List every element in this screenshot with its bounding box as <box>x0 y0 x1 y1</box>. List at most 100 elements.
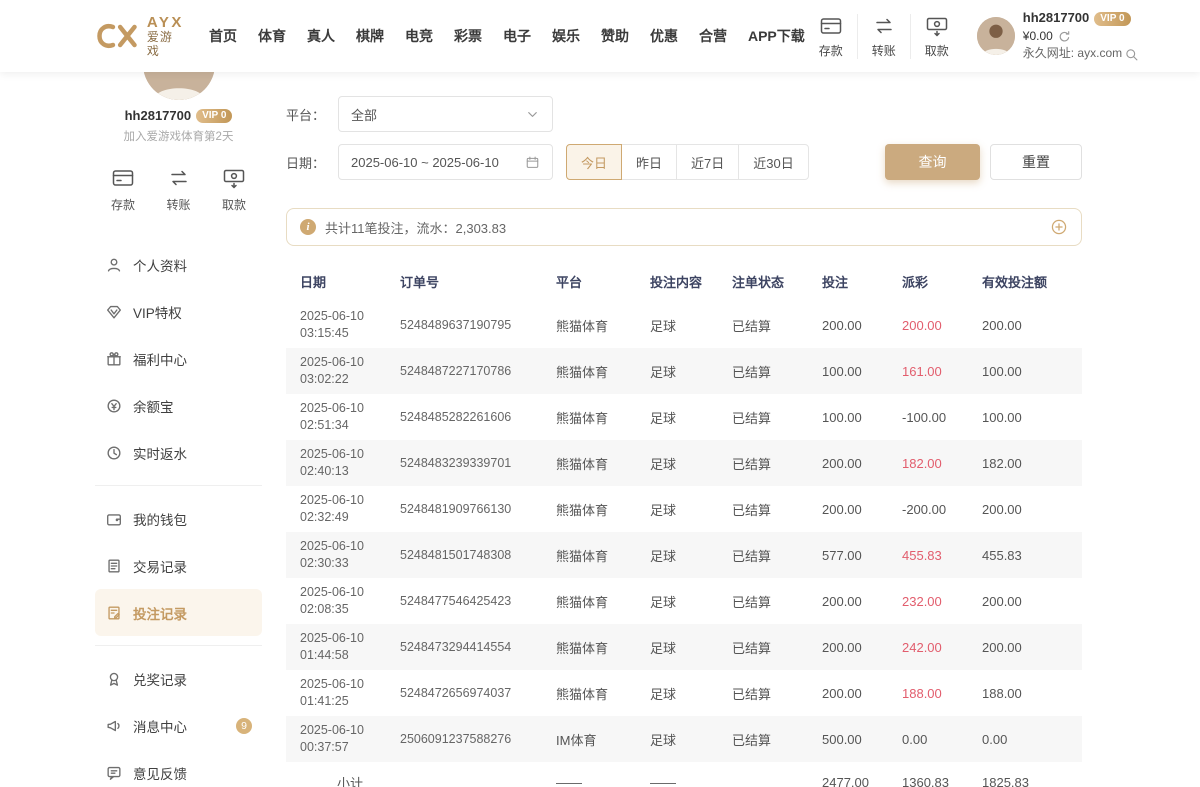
table-row[interactable]: 2025-06-1002:51:345248485282261606熊猫体育足球… <box>286 394 1082 440</box>
nav-live[interactable]: 真人 <box>307 26 335 46</box>
cell-status: 已结算 <box>732 638 822 657</box>
permanent-url: 永久网址: ayx.com <box>1023 45 1122 62</box>
table-row[interactable]: 2025-06-1002:40:135248483239339701熊猫体育足球… <box>286 440 1082 486</box>
sidebar-item-label: 交易记录 <box>133 556 187 576</box>
date-label: 日期： <box>286 153 338 172</box>
cell-payout: 161.00 <box>902 364 982 379</box>
table-row[interactable]: 2025-06-1002:30:335248481501748308熊猫体育足球… <box>286 532 1082 578</box>
refresh-balance-icon[interactable] <box>1057 29 1072 44</box>
search-button[interactable]: 查询 <box>885 144 980 180</box>
cell-date: 2025-06-1002:40:13 <box>300 446 400 480</box>
range-today-button[interactable]: 今日 <box>566 144 622 180</box>
cell-platform: 熊猫体育 <box>556 684 650 703</box>
cell-date: 2025-06-1001:44:58 <box>300 630 400 664</box>
nav-slots[interactable]: 电子 <box>503 26 531 46</box>
quick-range-group: 今日昨日近7日近30日 <box>566 144 809 180</box>
cell-bet-amount: 200.00 <box>822 502 902 517</box>
header-transfer-button[interactable]: 转账 <box>857 14 910 59</box>
bet-records-table: 日期订单号平台投注内容注单状态投注派彩有效投注额2025-06-1003:15:… <box>286 260 1082 787</box>
nav-chess[interactable]: 棋牌 <box>356 26 384 46</box>
bets-icon <box>105 604 123 622</box>
footer-subtotal-label: 小计 <box>300 773 400 787</box>
sidebar-username: hh2817700 <box>125 108 192 123</box>
sidebar-item-prize-records[interactable]: 兑奖记录 <box>95 655 262 702</box>
user-avatar[interactable] <box>977 17 1015 55</box>
sidebar-transfer-button[interactable]: 转账 <box>155 166 203 213</box>
header-deposit-button[interactable]: 存款 <box>805 14 857 59</box>
table-row[interactable]: 2025-06-1003:15:455248489637190795熊猫体育足球… <box>286 302 1082 348</box>
cell-platform: 熊猫体育 <box>556 316 650 335</box>
sidebar-deposit-button[interactable]: 存款 <box>99 166 147 213</box>
cell-date: 2025-06-1002:30:33 <box>300 538 400 572</box>
table-row[interactable]: 2025-06-1003:02:225248487227170786熊猫体育足球… <box>286 348 1082 394</box>
nav-app-download[interactable]: APP下载 <box>748 26 805 46</box>
range-yesterday-button[interactable]: 昨日 <box>621 144 677 180</box>
deposit-icon <box>819 14 843 38</box>
cell-bet-amount: 500.00 <box>822 732 902 747</box>
sidebar-item-bet-records[interactable]: 投注记录 <box>95 589 262 636</box>
cell-bet-content: 足球 <box>650 408 732 427</box>
search-icon[interactable] <box>1124 47 1139 62</box>
sidebar-item-profile[interactable]: 个人资料 <box>95 241 262 288</box>
footer-bet-total: 2477.00 <box>822 775 902 787</box>
user-meta: hh2817700 VIP 0 ¥0.00 永久网址: ayx.com <box>1023 9 1139 63</box>
nav-entertainment[interactable]: 娱乐 <box>552 26 580 46</box>
sidebar-item-my-wallet[interactable]: 我的钱包 <box>95 495 262 542</box>
cell-platform: 熊猫体育 <box>556 546 650 565</box>
sidebar-item-feedback[interactable]: 意见反馈 <box>95 749 262 787</box>
table-row[interactable]: 2025-06-1001:41:255248472656974037熊猫体育足球… <box>286 670 1082 716</box>
expand-circle-icon[interactable] <box>1050 218 1068 236</box>
header-quick-actions: 存款转账取款 <box>805 14 963 59</box>
wallet-icon <box>105 510 123 528</box>
sidebar-withdraw-button[interactable]: 取款 <box>210 166 258 213</box>
balance: ¥0.00 <box>1023 28 1053 45</box>
sidebar-deposit-label: 存款 <box>111 196 135 213</box>
date-range-input[interactable]: 2025-06-10 ~ 2025-06-10 <box>338 144 553 180</box>
date-filter-row: 日期： 2025-06-10 ~ 2025-06-10 今日昨日近7日近30日 … <box>286 144 1082 180</box>
sidebar-withdraw-label: 取款 <box>222 196 246 213</box>
sidebar-item-welfare-center[interactable]: 福利中心 <box>95 335 262 382</box>
column-header: 平台 <box>556 272 650 291</box>
table-row[interactable]: 2025-06-1001:44:585248473294414554熊猫体育足球… <box>286 624 1082 670</box>
sidebar-item-transaction-records[interactable]: 交易记录 <box>95 542 262 589</box>
column-header: 投注内容 <box>650 272 732 291</box>
nav-home[interactable]: 首页 <box>209 26 237 46</box>
cell-valid-bet: 0.00 <box>982 732 1064 747</box>
nav-promotions[interactable]: 优惠 <box>650 26 678 46</box>
filter-actions: 查询 重置 <box>885 144 1082 180</box>
platform-select[interactable]: 全部 <box>338 96 553 132</box>
cell-valid-bet: 200.00 <box>982 502 1064 517</box>
cell-date: 2025-06-1002:08:35 <box>300 584 400 618</box>
reset-button[interactable]: 重置 <box>990 144 1082 180</box>
sidebar-item-message-center[interactable]: 消息中心9 <box>95 702 262 749</box>
sidebar-vip-badge: VIP 0 <box>196 109 232 123</box>
column-header: 订单号 <box>400 272 556 291</box>
header-withdraw-button[interactable]: 取款 <box>910 14 963 59</box>
feedback-icon <box>105 764 123 782</box>
table-row[interactable]: 2025-06-1002:08:355248477546425423熊猫体育足球… <box>286 578 1082 624</box>
cell-status: 已结算 <box>732 316 822 335</box>
sidebar-item-yuebao[interactable]: 余额宝 <box>95 382 262 429</box>
username: hh2817700 <box>1023 9 1090 28</box>
main-nav: 首页 体育 真人 棋牌 电竞 彩票 电子 娱乐 赞助 优惠 合营 APP下载 <box>209 26 805 46</box>
nav-sports[interactable]: 体育 <box>258 26 286 46</box>
sidebar-item-label: VIP特权 <box>133 302 182 322</box>
cell-valid-bet: 200.00 <box>982 594 1064 609</box>
deposit-icon <box>111 166 135 190</box>
column-header: 派彩 <box>902 272 982 291</box>
cell-platform: 熊猫体育 <box>556 500 650 519</box>
nav-esports[interactable]: 电竞 <box>405 26 433 46</box>
table-row[interactable]: 2025-06-1002:32:495248481909766130熊猫体育足球… <box>286 486 1082 532</box>
logo[interactable]: AYX 爱游戏 <box>95 14 185 59</box>
nav-lottery[interactable]: 彩票 <box>454 26 482 46</box>
sidebar-item-vip-privileges[interactable]: VIP特权 <box>95 288 262 335</box>
nav-sponsorship[interactable]: 赞助 <box>601 26 629 46</box>
nav-partnership[interactable]: 合营 <box>699 26 727 46</box>
range-last-30-days-button[interactable]: 近30日 <box>738 144 808 180</box>
range-last-7-days-button[interactable]: 近7日 <box>676 144 739 180</box>
cell-order-number: 5248487227170786 <box>400 364 556 378</box>
cell-order-number: 5248477546425423 <box>400 594 556 608</box>
cell-valid-bet: 182.00 <box>982 456 1064 471</box>
sidebar-item-realtime-rebate[interactable]: 实时返水 <box>95 429 262 476</box>
table-row[interactable]: 2025-06-1000:37:572506091237588276IM体育足球… <box>286 716 1082 762</box>
